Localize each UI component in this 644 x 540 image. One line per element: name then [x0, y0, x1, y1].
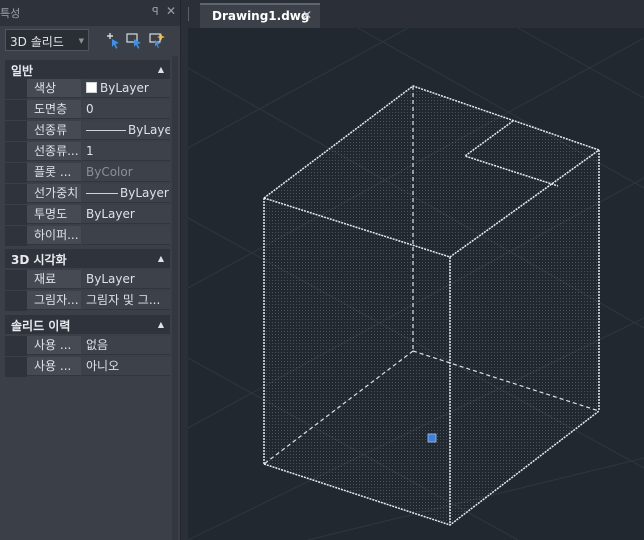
pin-icon[interactable]: ꟼ [152, 5, 159, 18]
palette-title-bar[interactable]: 특성 ꟼ ✕ [0, 0, 180, 26]
collapse-icon[interactable]: ▲ [158, 65, 164, 74]
close-icon[interactable]: ✕ [166, 4, 176, 18]
property-name: 하이퍼... [27, 226, 81, 245]
property-value[interactable]: 아니오 [82, 357, 170, 376]
tab-drawing1[interactable]: Drawing1.dwg ✕ [200, 3, 320, 28]
property-row-linetype[interactable]: 선종류 ByLayer [5, 121, 170, 141]
selected-3d-solid[interactable] [263, 85, 600, 526]
palette-scrollbar[interactable] [172, 56, 178, 540]
palette-title: 특성 [0, 7, 21, 20]
properties-palette: 특성 ꟼ ✕ 3D 솔리드 ▼ 일반 ▲ 색상 ByLayer 도면층 0 선종… [0, 0, 181, 540]
lineweight-sample-icon [86, 193, 118, 194]
property-value[interactable]: ByLayer [82, 121, 170, 140]
property-row-layer[interactable]: 도면층 0 [5, 100, 170, 120]
property-row-plot-style[interactable]: 플롯 ... ByColor [5, 163, 170, 183]
property-row-hyperlink[interactable]: 하이퍼... [5, 226, 170, 246]
object-type-dropdown[interactable]: 3D 솔리드 ▼ [5, 29, 89, 51]
property-name: 도면층 [27, 100, 81, 119]
property-name: 사용 ... [27, 336, 81, 355]
tab-label: Drawing1.dwg [212, 9, 310, 23]
grip-handle[interactable] [427, 433, 437, 443]
property-row-linetype-scale[interactable]: 선종류... 1 [5, 142, 170, 162]
property-value[interactable]: ByLayer [82, 79, 170, 98]
property-row-shadow[interactable]: 그림자... 그림자 및 그... [5, 291, 170, 311]
close-icon[interactable]: ✕ [302, 8, 312, 22]
model-space-canvas[interactable] [188, 28, 644, 540]
section-general[interactable]: 일반 ▲ [5, 60, 170, 79]
tab-bar-grip[interactable] [188, 7, 189, 21]
property-value[interactable] [82, 226, 170, 245]
property-value[interactable]: ByLayer [82, 270, 170, 289]
property-row-history-2[interactable]: 사용 ... 아니오 [5, 357, 170, 377]
quick-select-icon[interactable] [147, 31, 167, 51]
section-title: 솔리드 이력 [11, 319, 71, 333]
property-value[interactable]: 0 [82, 100, 170, 119]
property-name: 그림자... [27, 291, 81, 310]
drawing-viewport[interactable] [188, 28, 644, 540]
property-value[interactable]: ByColor [82, 163, 170, 182]
property-row-history-1[interactable]: 사용 ... 없음 [5, 336, 170, 356]
object-type-value: 3D 솔리드 [10, 35, 64, 49]
document-tab-bar: Drawing1.dwg ✕ [184, 0, 644, 28]
property-row-transparency[interactable]: 투명도 ByLayer [5, 205, 170, 225]
color-swatch [86, 82, 97, 93]
property-row-material[interactable]: 재료 ByLayer [5, 270, 170, 290]
collapse-icon[interactable]: ▲ [158, 254, 164, 263]
property-name: 선종류 [27, 121, 81, 140]
property-value[interactable]: ByLayer [82, 184, 170, 203]
property-value[interactable]: ByLayer [82, 205, 170, 224]
section-3d-visualization[interactable]: 3D 시각화 ▲ [5, 249, 170, 268]
collapse-icon[interactable]: ▲ [158, 320, 164, 329]
linetype-sample-icon [86, 130, 126, 131]
section-solid-history[interactable]: 솔리드 이력 ▲ [5, 315, 170, 334]
property-row-lineweight[interactable]: 선가중치 ByLayer [5, 184, 170, 204]
property-value[interactable]: 없음 [82, 336, 170, 355]
property-name: 선종류... [27, 142, 81, 161]
property-value[interactable]: 1 [82, 142, 170, 161]
property-name: 플롯 ... [27, 163, 81, 182]
property-name: 사용 ... [27, 357, 81, 376]
section-title: 일반 [11, 64, 34, 78]
property-name: 선가중치 [27, 184, 81, 203]
chevron-down-icon: ▼ [78, 37, 84, 45]
toggle-pickadd-icon[interactable] [103, 31, 123, 51]
select-objects-icon[interactable] [124, 31, 144, 51]
property-value[interactable]: 그림자 및 그... [82, 291, 170, 310]
property-name: 색상 [27, 79, 81, 98]
property-row-color[interactable]: 색상 ByLayer [5, 79, 170, 99]
property-name: 투명도 [27, 205, 81, 224]
section-title: 3D 시각화 [11, 253, 67, 267]
property-name: 재료 [27, 270, 81, 289]
